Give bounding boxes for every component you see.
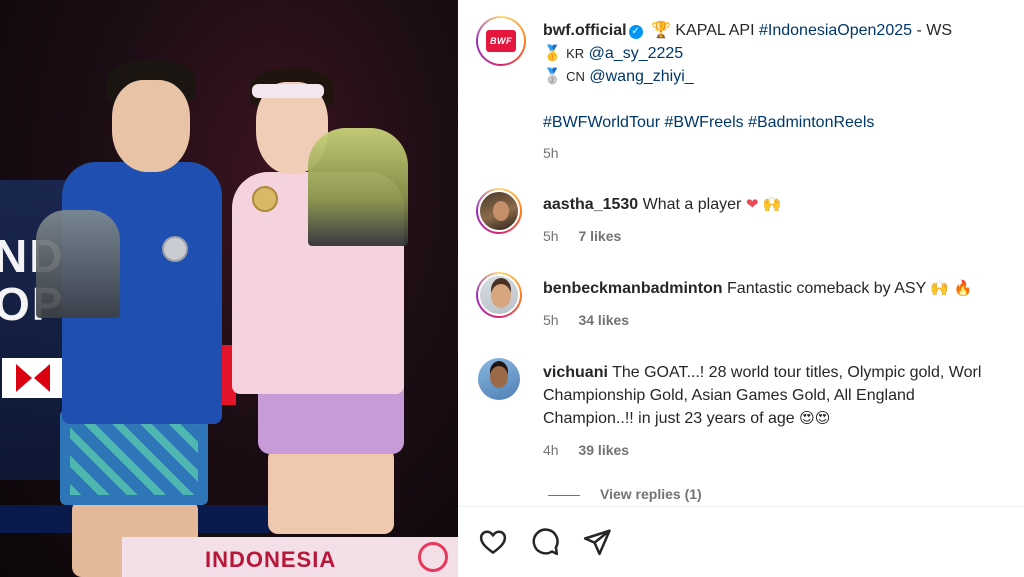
runnerup-country: CN: [566, 69, 585, 84]
comment-username[interactable]: vichuani: [543, 364, 608, 381]
post-photo[interactable]: ND OP INDONESIA: [0, 0, 458, 577]
caption-lead: 🏆 KAPAL API: [651, 22, 755, 39]
silver-medal-icon: 🥈: [543, 67, 562, 85]
gold-trophy: [308, 128, 408, 246]
player-gold-headband: [252, 84, 324, 98]
avatar[interactable]: [478, 358, 520, 400]
comment-time: 5h: [543, 312, 559, 328]
heart-eyes-emoji-icon: 😍: [799, 409, 815, 427]
gold-medal-icon: 🥇: [543, 44, 562, 62]
comment-text: The GOAT...! 28 world tour titles, Olymp…: [612, 364, 982, 381]
comment-text: What a player: [642, 196, 742, 213]
comment-likes[interactable]: 7 likes: [578, 228, 621, 244]
player-gold-skirt: [258, 384, 404, 454]
caption-hashtags[interactable]: #BWFWorldTour #BWFreels #BadmintonReels: [543, 111, 874, 134]
comment-username[interactable]: aastha_1530: [543, 196, 638, 213]
share-icon[interactable]: [582, 527, 612, 557]
podium-text: INDONESIA: [205, 547, 337, 572]
winner-country: KR: [566, 46, 585, 61]
player-gold-legs: [268, 448, 394, 534]
heart-eyes-emoji-icon: 😍: [814, 409, 831, 427]
replies-divider: [548, 494, 580, 496]
avatar[interactable]: [476, 272, 522, 318]
winner-handle[interactable]: @a_sy_2225: [589, 45, 684, 62]
heart-emoji-icon: ❤: [745, 195, 759, 213]
player-silver-face: [112, 80, 190, 172]
comment-text-line2: Championship Gold, Asian Games Gold, All…: [543, 387, 915, 404]
fire-emoji-icon: 🔥: [953, 279, 973, 297]
post-time: 5h: [543, 145, 559, 161]
bwf-logo: BWF: [486, 30, 516, 52]
gold-medal: [252, 186, 278, 212]
comment-time: 5h: [543, 228, 559, 244]
post-username[interactable]: bwf.official: [543, 22, 627, 39]
comment-likes[interactable]: 34 likes: [578, 312, 629, 328]
bwf-avatar[interactable]: BWF: [476, 16, 526, 66]
comment-likes[interactable]: 39 likes: [578, 442, 629, 458]
verified-badge-icon: ✓: [628, 25, 643, 39]
caption-hashtag[interactable]: #IndonesiaOpen2025: [759, 22, 912, 39]
caption-tail: - WS: [912, 22, 953, 39]
silver-medal: [162, 236, 188, 262]
avatar[interactable]: [476, 188, 522, 234]
comment-username[interactable]: benbeckmanbadminton: [543, 280, 723, 297]
raised-hands-emoji-icon: 🙌: [930, 279, 950, 297]
raised-hands-emoji-icon: 🙌: [762, 195, 782, 213]
silver-trophy: [36, 210, 120, 318]
comment-icon[interactable]: [530, 527, 560, 557]
action-bar: [458, 506, 1024, 577]
view-replies-label: View replies (1): [600, 486, 702, 502]
comment-text-line3: Champion..!! in just 23 years of age: [543, 410, 795, 427]
heart-icon[interactable]: [478, 527, 508, 557]
comment-text: Fantastic comeback by ASY: [727, 280, 926, 297]
comments-panel: BWF bwf.official ✓ 🏆 KAPAL API #Indonesia…: [458, 0, 1024, 577]
podium-logo: [418, 542, 448, 572]
view-replies-button[interactable]: View replies (1): [548, 486, 702, 502]
comment-time: 4h: [543, 442, 559, 458]
player-silver-shorts: [60, 410, 208, 505]
hsbc-logo: [2, 358, 64, 398]
runnerup-handle[interactable]: @wang_zhiyi_: [589, 68, 693, 85]
